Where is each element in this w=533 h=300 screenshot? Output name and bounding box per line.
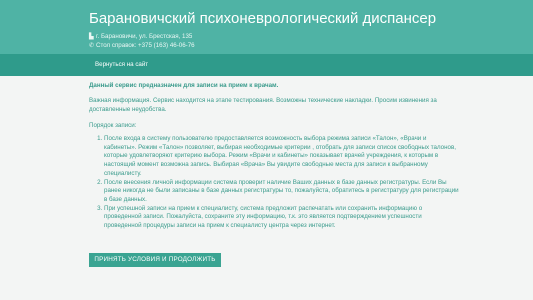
phone-icon: ✆: [89, 43, 95, 49]
site-header: Барановичский психоневрологический диспа…: [0, 0, 533, 54]
list-item: После внесения личной информации система…: [104, 179, 460, 205]
address-text: г. Барановичи, ул. Брестская, 135: [96, 33, 193, 40]
accept-and-continue-button[interactable]: ПРИНЯТЬ УСЛОВИЯ И ПРОДОЛЖИТЬ: [89, 253, 221, 267]
building-icon: ▙: [89, 34, 94, 40]
page-title: Барановичский психоневрологический диспа…: [89, 10, 437, 27]
testing-notice: Важная информация. Сервис находится на э…: [89, 97, 437, 113]
list-item: После входа в систему пользователю предо…: [104, 135, 460, 179]
steps-list: После входа в систему пользователю предо…: [89, 135, 460, 231]
lead-text: Данный сервис предназначен для записи на…: [89, 82, 279, 89]
phone-line: ✆ Стол справок: +375 (163) 46-06-76: [89, 42, 195, 50]
address-line: ▙ г. Барановичи, ул. Брестская, 135: [89, 33, 192, 41]
list-item: При успешной записи на прием к специалис…: [104, 205, 460, 231]
order-heading: Порядок записи:: [89, 122, 137, 129]
nav-bar: Вернуться на сайт: [0, 54, 533, 76]
phone-text: Стол справок: +375 (163) 46-06-76: [96, 42, 195, 49]
back-to-site-link[interactable]: Вернуться на сайт: [95, 61, 148, 69]
